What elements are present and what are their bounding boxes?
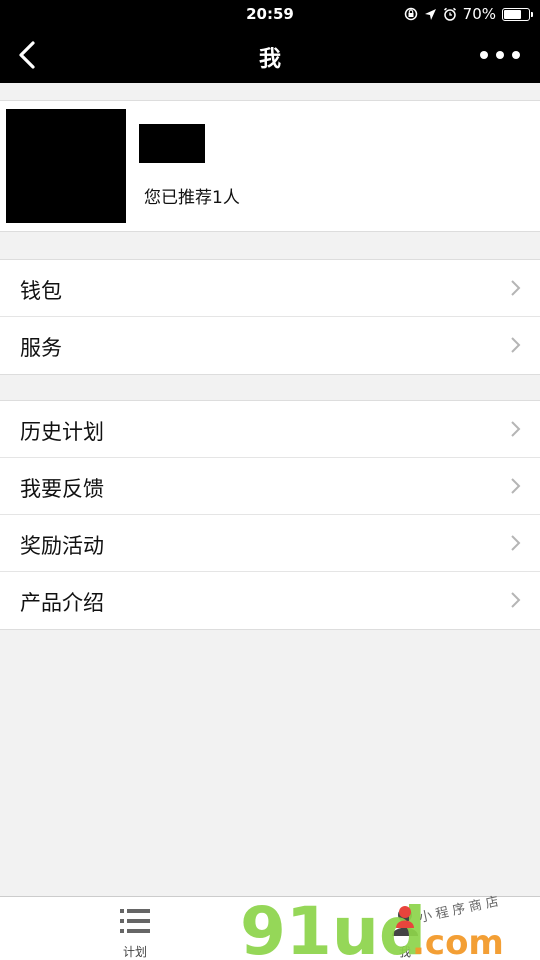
chevron-right-icon xyxy=(511,421,521,437)
more-options-icon[interactable] xyxy=(480,44,520,66)
menu-group-account: 钱包 服务 xyxy=(0,259,540,375)
nav-bar: 我 xyxy=(0,28,540,83)
location-arrow-icon xyxy=(424,8,436,20)
chevron-right-icon xyxy=(511,592,521,608)
tab-label: 计划 xyxy=(122,945,147,959)
rotation-lock-icon xyxy=(404,7,417,21)
tab-bar: 计划 我 xyxy=(0,896,540,960)
battery-percent: 70% xyxy=(462,5,496,23)
menu-item-rewards[interactable]: 奖励活动 xyxy=(0,515,540,572)
referral-count: 您已推荐1人 xyxy=(144,188,240,208)
menu-item-services[interactable]: 服务 xyxy=(0,317,540,374)
chevron-right-icon xyxy=(511,535,521,551)
person-icon xyxy=(392,908,418,936)
chevron-right-icon xyxy=(511,280,521,296)
profile-card[interactable]: 您已推荐1人 xyxy=(0,100,540,232)
tab-plan[interactable]: 计划 xyxy=(0,897,270,960)
menu-group-more: 历史计划 我要反馈 奖励活动 产品介绍 xyxy=(0,400,540,630)
menu-item-label: 钱包 xyxy=(20,279,62,303)
menu-item-wallet[interactable]: 钱包 xyxy=(0,260,540,317)
tab-label: 我 xyxy=(398,945,411,959)
menu-item-feedback[interactable]: 我要反馈 xyxy=(0,458,540,515)
tab-me[interactable]: 我 xyxy=(270,897,540,960)
list-icon xyxy=(120,909,150,933)
menu-item-label: 产品介绍 xyxy=(20,591,104,615)
menu-item-product-intro[interactable]: 产品介绍 xyxy=(0,572,540,629)
menu-item-label: 奖励活动 xyxy=(20,534,104,558)
alarm-icon xyxy=(443,7,456,21)
chevron-right-icon xyxy=(511,478,521,494)
dot xyxy=(480,51,488,59)
chevron-right-icon xyxy=(511,337,521,353)
battery-icon xyxy=(502,7,533,21)
menu-item-label: 历史计划 xyxy=(20,420,104,444)
menu-item-history-plans[interactable]: 历史计划 xyxy=(0,401,540,458)
status-bar: 20:59 70% xyxy=(0,0,540,28)
status-indicators: 70% xyxy=(404,5,533,23)
page-title: 我 xyxy=(258,47,281,72)
battery-fill xyxy=(504,9,521,19)
menu-item-label: 我要反馈 xyxy=(20,477,104,501)
menu-item-label: 服务 xyxy=(20,336,62,360)
avatar[interactable] xyxy=(6,109,126,223)
dot xyxy=(512,51,520,59)
dot xyxy=(496,51,504,59)
username-redacted xyxy=(139,124,205,163)
